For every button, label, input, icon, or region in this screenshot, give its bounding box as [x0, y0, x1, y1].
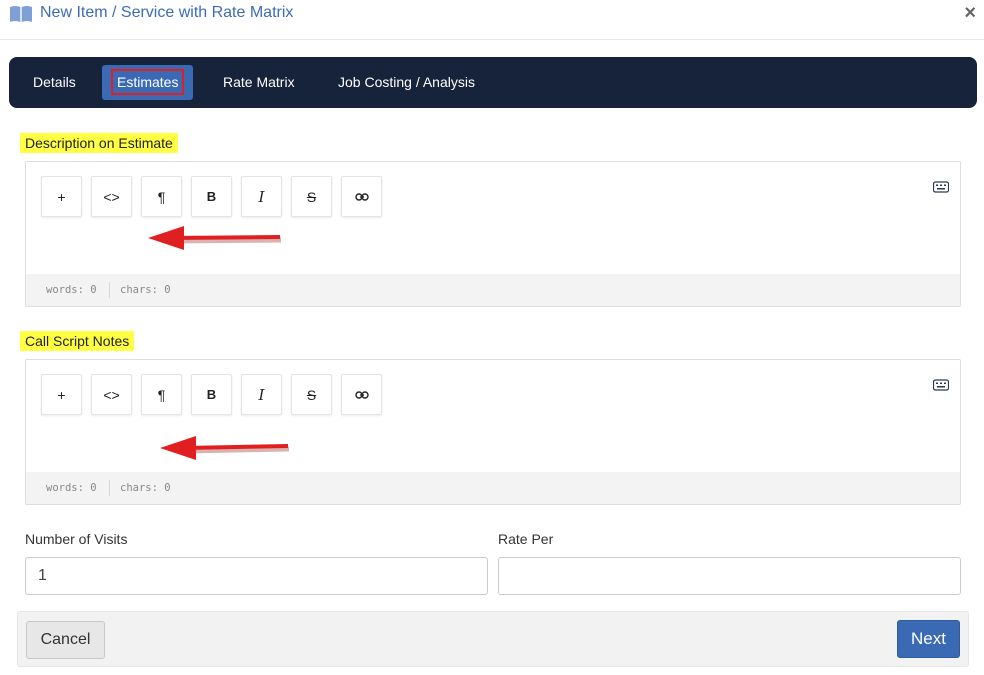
dialog-title: New Item / Service with Rate Matrix [40, 4, 294, 21]
tab-estimates-label: Estimates [111, 69, 185, 95]
rate-per-input[interactable] [498, 557, 961, 595]
description-label: Description on Estimate [20, 133, 178, 153]
paragraph-icon[interactable]: ¶ [141, 176, 182, 217]
call-script-status-bar: words: 0 chars: 0 [26, 472, 960, 504]
plus-icon[interactable]: + [41, 374, 82, 415]
link-icon[interactable] [341, 374, 382, 415]
annotation-arrow [148, 226, 282, 250]
tab-rate-matrix[interactable]: Rate Matrix [207, 65, 311, 100]
bold-icon[interactable]: B [191, 374, 232, 415]
annotation-arrow [160, 436, 290, 460]
keyboard-icon[interactable] [933, 181, 949, 193]
next-button[interactable]: Next [897, 620, 960, 658]
paragraph-icon[interactable]: ¶ [141, 374, 182, 415]
call-script-label: Call Script Notes [20, 331, 135, 351]
status-divider [109, 480, 110, 496]
dialog-header: New Item / Service with Rate Matrix × [0, 0, 984, 40]
book-icon [10, 6, 32, 22]
code-icon[interactable]: <> [91, 374, 132, 415]
keyboard-icon[interactable] [933, 379, 949, 391]
char-count: chars: 0 [120, 482, 171, 494]
link-icon[interactable] [341, 176, 382, 217]
word-count: words: 0 [46, 482, 97, 494]
number-of-visits-input[interactable] [25, 557, 488, 595]
tab-job-costing[interactable]: Job Costing / Analysis [322, 65, 491, 100]
strikethrough-icon[interactable]: S [291, 374, 332, 415]
close-icon[interactable]: × [964, 3, 976, 23]
tab-estimates[interactable]: Estimates [102, 65, 194, 100]
bold-icon[interactable]: B [191, 176, 232, 217]
code-icon[interactable]: <> [91, 176, 132, 217]
strikethrough-icon[interactable]: S [291, 176, 332, 217]
word-count: words: 0 [46, 284, 97, 296]
status-divider [109, 282, 110, 298]
call-script-editor: + <> ¶ B I S words: 0 chars: 0 [25, 359, 961, 505]
char-count: chars: 0 [120, 284, 171, 296]
tab-details[interactable]: Details [17, 65, 92, 100]
cancel-button[interactable]: Cancel [26, 621, 105, 659]
description-status-bar: words: 0 chars: 0 [26, 274, 960, 306]
italic-icon[interactable]: I [241, 374, 282, 415]
visits-label: Number of Visits [25, 531, 128, 547]
dialog-footer: Cancel Next [17, 611, 969, 667]
plus-icon[interactable]: + [41, 176, 82, 217]
rate-label: Rate Per [498, 531, 554, 547]
italic-icon[interactable]: I [241, 176, 282, 217]
tab-bar: Details Estimates Rate Matrix Job Costin… [9, 57, 977, 108]
